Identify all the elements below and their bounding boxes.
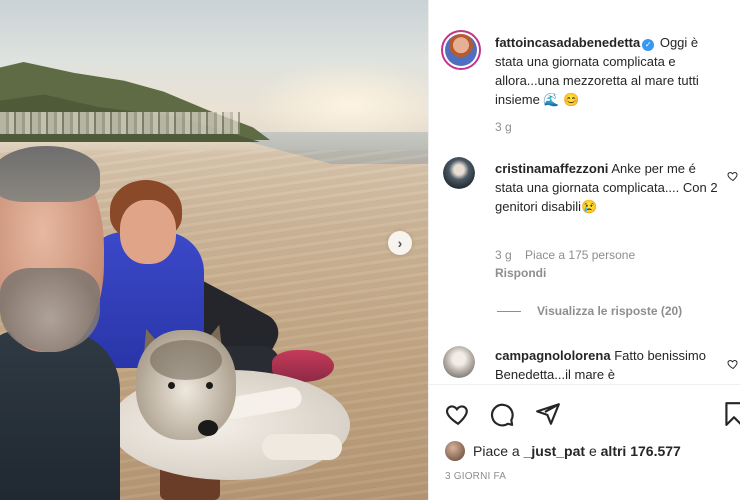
woman-face	[120, 200, 176, 264]
post-actions: Piace a _just_pat e altri 176.577 3 GIOR…	[429, 384, 740, 500]
like-comment-heart-icon[interactable]	[727, 170, 739, 182]
reply-button[interactable]: Rispondi	[495, 266, 546, 280]
comment-icon[interactable]	[489, 401, 515, 427]
likes-summary: Piace a _just_pat e altri 176.577	[445, 441, 681, 461]
comment: campagnololorena Fatto benissimo Benedet…	[495, 346, 723, 384]
like-comment-heart-icon[interactable]	[727, 358, 739, 370]
caption: fattoincasadabenedetta ✓ Oggi è stata una…	[495, 33, 723, 109]
view-replies-button[interactable]: Visualizza le risposte (20)	[497, 304, 682, 318]
comment-meta: 3 g Piace a 175 persone	[495, 248, 645, 262]
man-shirt	[0, 330, 120, 500]
bookmark-icon[interactable]	[721, 401, 740, 427]
comment-likes[interactable]: Piace a 175 persone	[525, 248, 635, 262]
dog-paw	[262, 434, 342, 460]
likes-prefix: Piace a	[473, 443, 520, 459]
dog-nose	[198, 420, 218, 436]
dog-mask	[150, 340, 222, 380]
post-sidebar: fattoincasadabenedetta ✓ Oggi è stata una…	[428, 0, 740, 500]
caption-age[interactable]: 3 g	[495, 120, 512, 134]
comment: cristinamaffezzoni Anke per me é stata u…	[495, 159, 723, 216]
reply-row: Rispondi	[495, 266, 556, 280]
heart-icon[interactable]	[445, 401, 471, 427]
post-photo[interactable]: ›	[0, 0, 428, 500]
author-username[interactable]: fattoincasadabenedetta	[495, 35, 640, 50]
liker-username[interactable]: _just_pat	[524, 443, 585, 459]
avatar-image	[445, 34, 477, 66]
comment-username[interactable]: cristinamaffezzoni	[495, 161, 608, 176]
commenter-avatar[interactable]	[443, 346, 475, 378]
liker-avatar	[445, 441, 465, 461]
author-avatar[interactable]	[441, 30, 481, 70]
man-hair	[0, 146, 100, 202]
share-icon[interactable]	[535, 401, 561, 427]
likes-count[interactable]: altri 176.577	[601, 443, 681, 459]
next-arrow-icon[interactable]: ›	[388, 231, 412, 255]
post-time[interactable]: 3 GIORNI FA	[445, 471, 506, 482]
caption-meta: 3 g	[495, 120, 522, 134]
dog-eye-right	[206, 382, 213, 389]
avatar-image	[443, 346, 475, 378]
comment-age[interactable]: 3 g	[495, 248, 512, 262]
comment-username[interactable]: campagnololorena	[495, 348, 611, 363]
commenter-avatar[interactable]	[443, 157, 475, 189]
dog-eye-left	[168, 382, 175, 389]
verified-badge-icon: ✓	[642, 39, 655, 51]
man-beard	[0, 268, 100, 352]
avatar-image	[443, 157, 475, 189]
seaside-town	[0, 112, 240, 134]
likes-middle: e	[588, 443, 597, 459]
comments-list: fattoincasadabenedetta ✓ Oggi è stata una…	[429, 0, 740, 384]
